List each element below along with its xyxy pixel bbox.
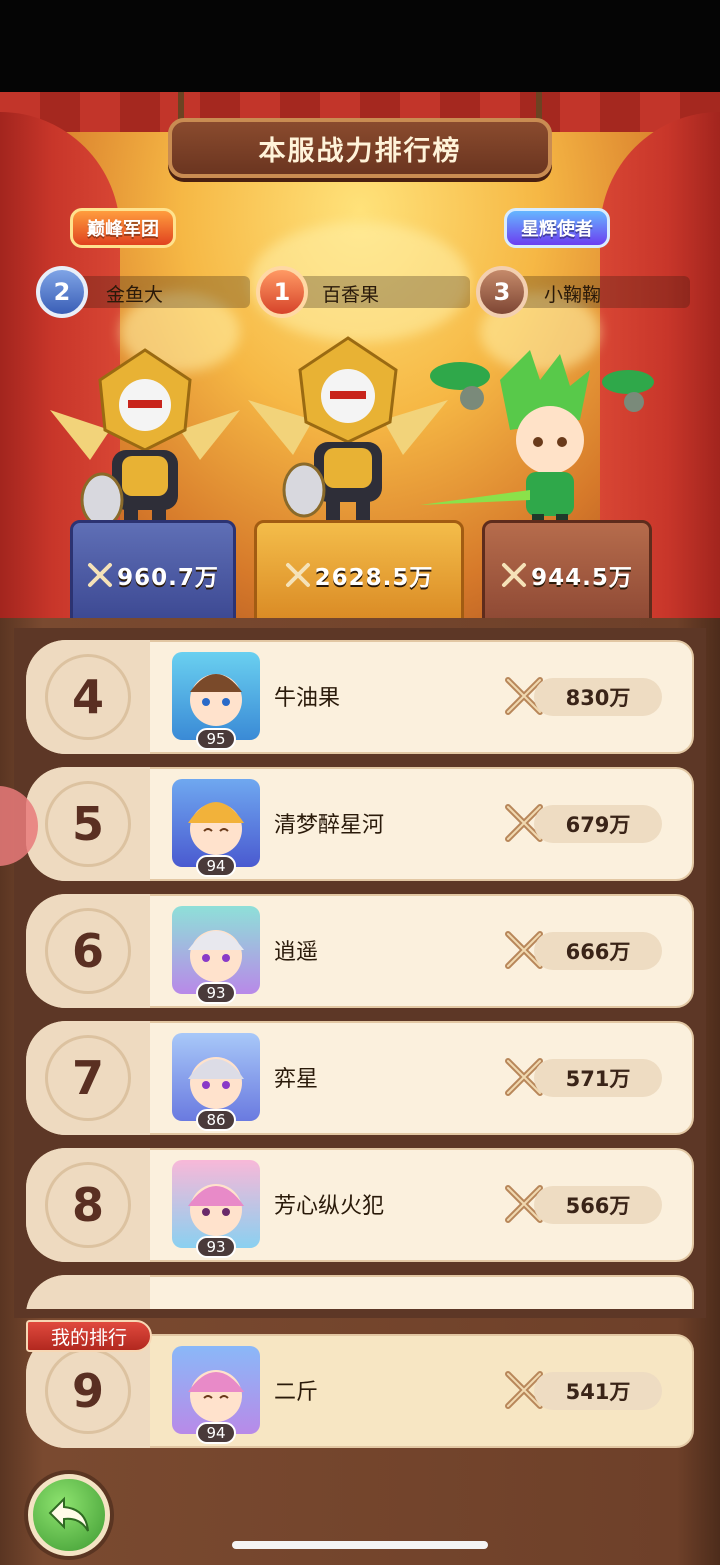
rank-number: 7 <box>71 1051 104 1105</box>
rank-ring: 9 <box>45 1348 131 1434</box>
rank-3-medal-icon: 3 <box>476 266 528 318</box>
status-bar <box>0 0 720 92</box>
avatar-face-icon <box>190 674 242 726</box>
level-badge: 94 <box>196 855 236 877</box>
level-badge: 93 <box>196 1236 236 1258</box>
back-button[interactable] <box>28 1474 110 1556</box>
level-badge: 86 <box>196 1109 236 1131</box>
rank-cell <box>26 1275 150 1309</box>
power-value: 566万 <box>534 1186 662 1224</box>
ranking-row[interactable]: 5 94 清梦醉星河 679万 <box>26 767 694 881</box>
rank-number: 9 <box>71 1364 104 1418</box>
ranking-row[interactable]: 8 93 芳心纵火犯 566万 <box>26 1148 694 1262</box>
player-name: 牛油果 <box>274 686 341 711</box>
character-golden-knight[interactable] <box>40 340 250 540</box>
ranking-row[interactable]: 7 86 弈星 571万 <box>26 1021 694 1135</box>
podium-rank: 2 <box>53 278 71 306</box>
podium-rank: 1 <box>273 278 291 306</box>
crossed-swords-icon <box>88 563 113 587</box>
avatar[interactable]: 93 <box>172 906 260 1004</box>
player-name: 清梦醉星河 <box>274 813 385 838</box>
character-green-hero[interactable] <box>420 350 660 540</box>
rank-number: 6 <box>71 924 104 978</box>
podium-pedestal-1: 2628.5万 <box>254 520 464 630</box>
podium-name[interactable]: 百香果 <box>322 280 379 307</box>
avatar[interactable]: 94 <box>172 1346 260 1444</box>
avatar-face-icon <box>188 802 244 855</box>
level-badge: 95 <box>196 728 236 750</box>
avatar[interactable]: 94 <box>172 779 260 877</box>
podium-rank: 3 <box>493 278 511 306</box>
rank-ring: 5 <box>45 781 131 867</box>
avatar-face-icon <box>188 1370 244 1422</box>
page-title: 本服战力排行榜 <box>258 135 462 167</box>
rank-number: 4 <box>71 670 104 724</box>
back-arrow-icon <box>48 1496 89 1532</box>
rank-ring: 8 <box>45 1162 131 1248</box>
home-indicator[interactable] <box>232 1541 488 1549</box>
avatar-face-icon <box>188 1184 244 1236</box>
crossed-swords-icon <box>285 563 310 587</box>
rank-ring: 7 <box>45 1035 131 1121</box>
power-value: 571万 <box>534 1059 662 1097</box>
rank-1-medal-icon: 1 <box>256 266 308 318</box>
podium-power: 944.5万 <box>531 565 633 591</box>
ranking-row-partial[interactable] <box>26 1275 694 1309</box>
podium-name[interactable]: 金鱼大 <box>106 280 163 307</box>
avatar[interactable]: 95 <box>172 652 260 750</box>
rank-cell: 4 <box>26 640 150 754</box>
podium-pedestal-3: 944.5万 <box>482 520 652 630</box>
avatar-face-icon <box>188 1057 244 1109</box>
rank-cell: 7 <box>26 1021 150 1135</box>
rank-number: 5 <box>71 797 104 851</box>
avatar[interactable]: 93 <box>172 1160 260 1258</box>
power-value: 830万 <box>534 678 662 716</box>
avatar-face-icon <box>188 930 244 982</box>
podium-name[interactable]: 小鞠鞠 <box>544 280 601 307</box>
title-badge-left: 巅峰军团 <box>70 208 176 248</box>
rank-cell: 5 <box>26 767 150 881</box>
rank-number: 8 <box>71 1178 104 1232</box>
crossed-swords-icon <box>502 563 527 587</box>
ranking-row[interactable]: 6 93 逍遥 666万 <box>26 894 694 1008</box>
player-name: 逍遥 <box>274 940 319 965</box>
power-value: 541万 <box>534 1372 662 1410</box>
rank-ring: 6 <box>45 908 131 994</box>
rank-2-medal-icon: 2 <box>36 266 88 318</box>
my-rank-tag: 我的排行 <box>26 1320 152 1352</box>
rank-ring: 4 <box>45 654 131 740</box>
title-badge-right: 星辉使者 <box>504 208 610 248</box>
power-value: 666万 <box>534 932 662 970</box>
level-badge: 93 <box>196 982 236 1004</box>
player-name: 二斤 <box>274 1380 319 1405</box>
rank-cell: 8 <box>26 1148 150 1262</box>
player-name: 芳心纵火犯 <box>274 1194 385 1219</box>
avatar[interactable]: 86 <box>172 1033 260 1131</box>
player-name: 弈星 <box>274 1067 319 1092</box>
rank-cell: 6 <box>26 894 150 1008</box>
level-badge: 94 <box>196 1422 236 1444</box>
page-title-board: 本服战力排行榜 <box>168 118 552 178</box>
ranking-row[interactable]: 4 95 牛油果 830万 <box>26 640 694 754</box>
podium-power: 960.7万 <box>117 565 219 591</box>
podium-power: 2628.5万 <box>314 565 434 591</box>
podium-pedestal-2: 960.7万 <box>70 520 236 630</box>
power-value: 679万 <box>534 805 662 843</box>
